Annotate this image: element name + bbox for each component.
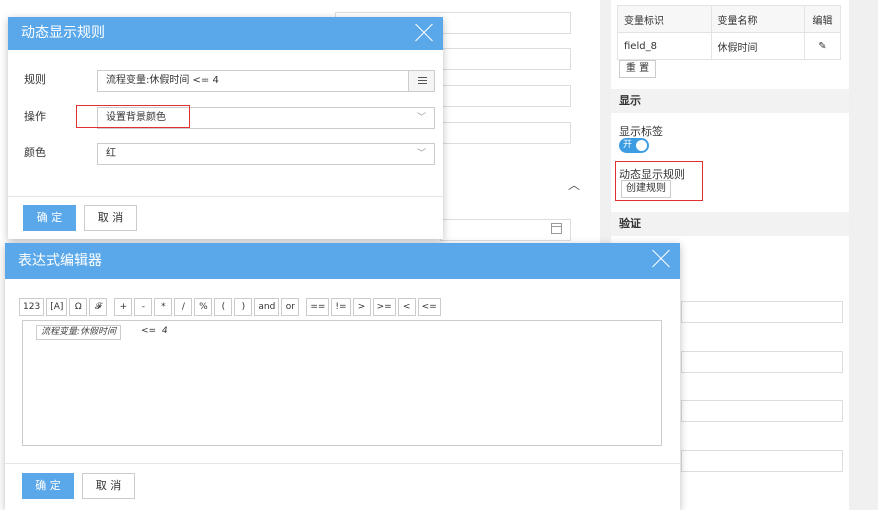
highlight-box	[615, 161, 703, 201]
validate-input[interactable]	[681, 351, 843, 373]
table-cell: 休假时间	[710, 32, 805, 60]
table-header: 变量标识	[617, 5, 712, 33]
open-paren-button[interactable]: (	[214, 298, 233, 316]
greater-button[interactable]: >	[352, 298, 371, 316]
toggle-knob	[636, 140, 647, 151]
divide-button[interactable]: /	[174, 298, 193, 316]
variable-table: 变量标识 变量名称 编辑 field_8 休假时间 ✎	[617, 5, 841, 60]
divider	[5, 463, 680, 464]
color-value: 红	[106, 148, 116, 159]
close-icon[interactable]	[415, 24, 433, 42]
toolbar-separator	[109, 298, 113, 316]
close-icon[interactable]	[652, 250, 670, 268]
edit-icon[interactable]: ✎	[804, 32, 841, 60]
rule-field[interactable]: 流程变量:休假时间 <= 4	[97, 70, 435, 92]
section-validate: 验证	[611, 212, 849, 236]
reset-button[interactable]: 重 置	[619, 60, 656, 78]
color-select[interactable]: 红 ﹀	[97, 143, 435, 165]
text-button[interactable]: [A]	[46, 298, 68, 316]
dynamic-rule-dialog: 动态显示规则 规则 流程变量:休假时间 <= 4 操作 设置背景颜色 ﹀ 颜色 …	[8, 17, 443, 239]
chevron-down-icon: ﹀	[416, 113, 426, 123]
multiply-button[interactable]: *	[154, 298, 173, 316]
and-button[interactable]: and	[254, 298, 280, 316]
table-cell: field_8	[617, 32, 712, 60]
expression-editor[interactable]: 流程变量:休假时间 <= 4	[22, 320, 662, 446]
equals-button[interactable]: ==	[306, 298, 330, 316]
toggle-text: 开	[623, 140, 633, 150]
validate-input[interactable]	[681, 400, 843, 422]
expression-toolbar: 123 [A] Ω 𝓕 + - * / % ( ) and or == != >…	[19, 298, 441, 316]
table-header: 编辑	[804, 5, 841, 33]
validate-input[interactable]	[681, 450, 843, 472]
less-button[interactable]: <	[397, 298, 416, 316]
close-paren-button[interactable]: )	[234, 298, 253, 316]
expression-operator: <= 4	[141, 326, 168, 336]
rule-value: 流程变量:休假时间 <= 4	[106, 75, 219, 86]
chevron-up-icon[interactable]: ︿	[568, 176, 580, 193]
less-equal-button[interactable]: <=	[417, 298, 441, 316]
show-label-toggle[interactable]: 开	[619, 138, 649, 153]
calendar-icon[interactable]	[551, 223, 562, 234]
table-header-row: 变量标识 变量名称 编辑	[617, 5, 841, 33]
chevron-down-icon: ﹀	[416, 149, 426, 159]
or-button[interactable]: or	[281, 298, 300, 316]
operator-text: <=	[141, 326, 157, 336]
greater-equal-button[interactable]: >=	[372, 298, 396, 316]
dialog-header: 动态显示规则	[8, 17, 443, 50]
minus-button[interactable]: -	[134, 298, 153, 316]
rule-label: 规则	[24, 73, 46, 86]
dialog-title: 表达式编辑器	[18, 253, 102, 269]
not-equals-button[interactable]: !=	[331, 298, 351, 316]
toolbar-separator	[301, 298, 305, 316]
number-button[interactable]: 123	[19, 298, 45, 316]
scrollbar[interactable]	[849, 0, 878, 510]
dialog-title: 动态显示规则	[21, 25, 105, 41]
dialog-header: 表达式编辑器	[5, 243, 680, 279]
action-label: 操作	[24, 110, 46, 123]
table-row: field_8 休假时间 ✎	[617, 32, 841, 60]
ok-button[interactable]: 确 定	[22, 473, 74, 499]
divider	[8, 196, 443, 197]
value-text: 4	[161, 326, 168, 336]
color-label: 颜色	[24, 146, 46, 159]
ok-button[interactable]: 确 定	[23, 205, 76, 231]
modulo-button[interactable]: %	[194, 298, 213, 316]
cancel-button[interactable]: 取 消	[84, 205, 137, 231]
validate-input[interactable]	[681, 301, 843, 323]
variable-chip[interactable]: 流程变量:休假时间	[36, 325, 122, 340]
show-label-text: 显示标签	[619, 125, 663, 138]
function-button[interactable]: 𝓕	[89, 298, 108, 316]
omega-button[interactable]: Ω	[69, 298, 88, 316]
list-icon[interactable]	[408, 71, 434, 91]
plus-button[interactable]: +	[114, 298, 133, 316]
table-header: 变量名称	[710, 5, 805, 33]
section-display: 显示	[611, 89, 849, 113]
cancel-button[interactable]: 取 消	[82, 473, 135, 499]
highlight-box	[76, 105, 190, 128]
